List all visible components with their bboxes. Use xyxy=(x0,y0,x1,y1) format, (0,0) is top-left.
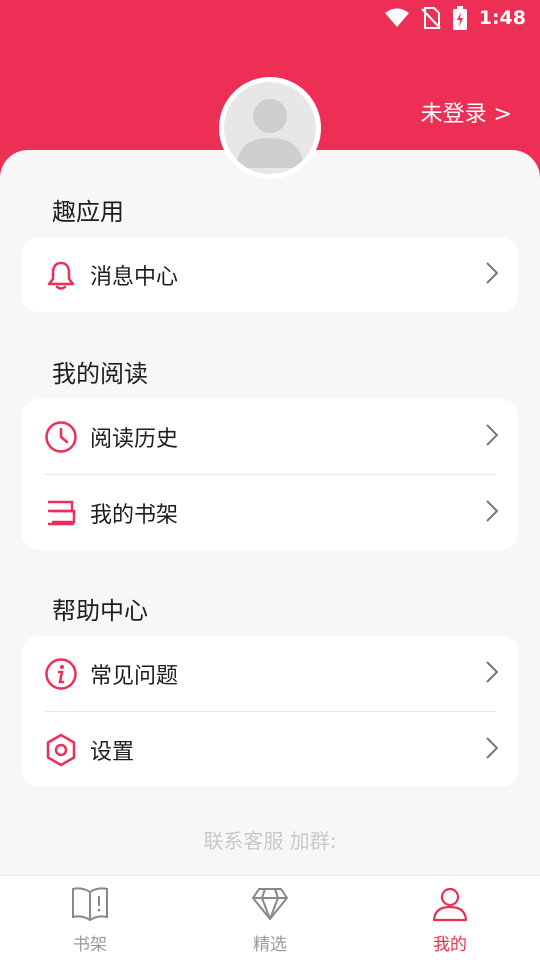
chevron-right-icon xyxy=(486,499,499,526)
bookshelf-icon xyxy=(44,496,78,530)
menu-item-settings[interactable]: 设置 xyxy=(22,712,518,787)
tab-bookshelf[interactable]: 书架 xyxy=(0,876,180,960)
chevron-right-icon xyxy=(486,423,499,450)
login-link[interactable]: 未登录 > xyxy=(421,96,512,128)
card-help-center: 常见问题 设置 xyxy=(22,636,518,787)
status-bar: 1:48 xyxy=(384,0,540,36)
menu-item-label: 阅读历史 xyxy=(90,426,179,452)
menu-item-label: 我的书架 xyxy=(90,502,179,528)
menu-item-label: 设置 xyxy=(90,739,135,765)
menu-item-faq[interactable]: 常见问题 xyxy=(22,636,518,711)
clock-icon xyxy=(44,420,78,454)
menu-item-reading-history[interactable]: 阅读历史 xyxy=(22,399,518,474)
chevron-right-icon xyxy=(486,660,499,687)
card-my-reading: 阅读历史 我的书架 xyxy=(22,399,518,550)
section-title-apps: 趣应用 xyxy=(52,198,124,226)
menu-item-message-center[interactable]: 消息中心 xyxy=(22,237,518,312)
tab-label: 精选 xyxy=(253,935,287,955)
avatar[interactable] xyxy=(219,77,321,179)
bottom-tab-bar: 书架 精选 我的 xyxy=(0,875,540,960)
section-title-help-center: 帮助中心 xyxy=(52,597,148,625)
user-icon xyxy=(431,886,469,926)
tab-featured[interactable]: 精选 xyxy=(180,876,360,960)
tab-mine[interactable]: 我的 xyxy=(360,876,540,960)
settings-hexagon-icon xyxy=(44,733,78,767)
tab-label: 书架 xyxy=(73,935,107,955)
card-apps: 消息中心 xyxy=(22,237,518,312)
section-title-my-reading: 我的阅读 xyxy=(52,360,148,388)
menu-item-my-bookshelf[interactable]: 我的书架 xyxy=(22,475,518,550)
menu-item-label: 常见问题 xyxy=(90,663,179,689)
tab-label: 我的 xyxy=(433,935,467,955)
bell-icon xyxy=(44,258,78,292)
no-sim-icon xyxy=(421,7,441,29)
diamond-icon xyxy=(251,886,289,926)
chevron-right-icon xyxy=(486,261,499,288)
contact-service-text: 联系客服 加群: xyxy=(203,829,337,853)
book-icon xyxy=(71,886,109,926)
info-icon xyxy=(44,657,78,691)
battery-charging-icon xyxy=(452,6,467,30)
menu-item-label: 消息中心 xyxy=(90,264,179,290)
chevron-right-icon xyxy=(486,736,499,763)
status-time: 1:48 xyxy=(478,7,526,29)
wifi-icon xyxy=(384,8,409,28)
